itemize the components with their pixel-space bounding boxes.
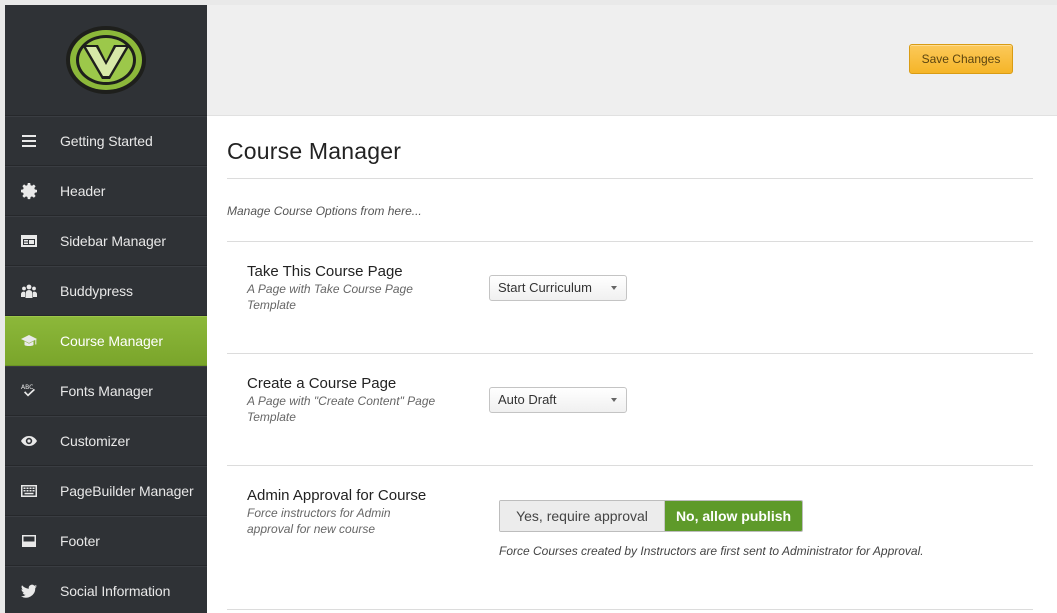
sidebar-item-label: Social Information	[60, 583, 171, 599]
save-changes-button[interactable]: Save Changes	[909, 44, 1013, 74]
menu-lines-icon	[5, 116, 53, 166]
sidebar-item-label: Fonts Manager	[60, 383, 153, 399]
sidebar: Getting Started Header Sidebar Manager B…	[5, 5, 207, 613]
sidebar-item-label: Buddypress	[60, 283, 133, 299]
main-content: Course Manager Manage Course Options fro…	[227, 116, 1033, 613]
graduation-cap-icon	[5, 316, 53, 366]
option-subtitle: A Page with Take Course Page Template	[247, 282, 413, 312]
divider	[227, 609, 1033, 610]
page-title: Course Manager	[227, 138, 402, 164]
sidebar-item-getting-started[interactable]: Getting Started	[5, 116, 207, 166]
sidebar-layout-icon	[5, 216, 53, 266]
option-title-admin-approval: Admin Approval for Course	[247, 487, 427, 504]
sidebar-item-label: Footer	[60, 533, 100, 549]
svg-text:ABC: ABC	[21, 384, 33, 391]
allow-publish-option[interactable]: No, allow publish	[665, 501, 802, 531]
divider	[227, 353, 1033, 354]
users-group-icon	[5, 266, 53, 316]
select-value: Auto Draft	[498, 392, 557, 407]
require-approval-option[interactable]: Yes, require approval	[500, 501, 665, 531]
footer-layout-icon	[5, 516, 53, 566]
sidebar-item-footer[interactable]: Footer	[5, 516, 207, 566]
sidebar-item-label: Sidebar Manager	[60, 233, 166, 249]
take-course-page-select[interactable]: Start Curriculum	[489, 275, 627, 301]
option-subtitle: A Page with "Create Content" Page Templa…	[247, 394, 436, 424]
divider	[227, 465, 1033, 466]
divider	[227, 241, 1033, 242]
sidebar-item-label: Course Manager	[60, 333, 163, 349]
logo-area	[5, 5, 207, 116]
top-bar: Save Changes	[207, 5, 1057, 116]
sidebar-item-pagebuilder-manager[interactable]: PageBuilder Manager	[5, 466, 207, 516]
gear-icon	[5, 166, 53, 216]
sidebar-item-fonts-manager[interactable]: ABC Fonts Manager	[5, 366, 207, 416]
option-title-create-course-page: Create a Course Page	[247, 375, 397, 392]
sidebar-item-label: Header	[60, 183, 106, 199]
create-course-page-select[interactable]: Auto Draft	[489, 387, 627, 413]
admin-approval-toggle: Yes, require approval No, allow publish	[499, 500, 803, 532]
page-description: Manage Course Options from here...	[227, 204, 422, 218]
sidebar-item-header[interactable]: Header	[5, 166, 207, 216]
sidebar-item-label: Getting Started	[60, 133, 153, 149]
brand-logo	[66, 26, 146, 94]
eye-icon	[5, 416, 53, 466]
sidebar-item-label: PageBuilder Manager	[60, 483, 194, 499]
sidebar-item-label: Customizer	[60, 433, 130, 449]
sidebar-item-buddypress[interactable]: Buddypress	[5, 266, 207, 316]
option-subtitle: Force instructors for Admin approval for…	[247, 506, 391, 536]
sidebar-item-social-information[interactable]: Social Information	[5, 566, 207, 613]
sidebar-item-customizer[interactable]: Customizer	[5, 416, 207, 466]
keyboard-icon	[5, 466, 53, 516]
sidebar-item-course-manager[interactable]: Course Manager	[5, 316, 207, 366]
app-frame: Getting Started Header Sidebar Manager B…	[5, 5, 1057, 613]
approval-help-text: Force Courses created by Instructors are…	[499, 544, 924, 558]
twitter-bird-icon	[5, 566, 53, 613]
divider	[227, 178, 1033, 179]
sidebar-item-sidebar-manager[interactable]: Sidebar Manager	[5, 216, 207, 266]
abc-check-icon: ABC	[5, 366, 53, 416]
chevron-down-icon	[611, 286, 617, 290]
chevron-down-icon	[611, 398, 617, 402]
select-value: Start Curriculum	[498, 280, 592, 295]
option-title-take-course-page: Take This Course Page	[247, 263, 403, 280]
